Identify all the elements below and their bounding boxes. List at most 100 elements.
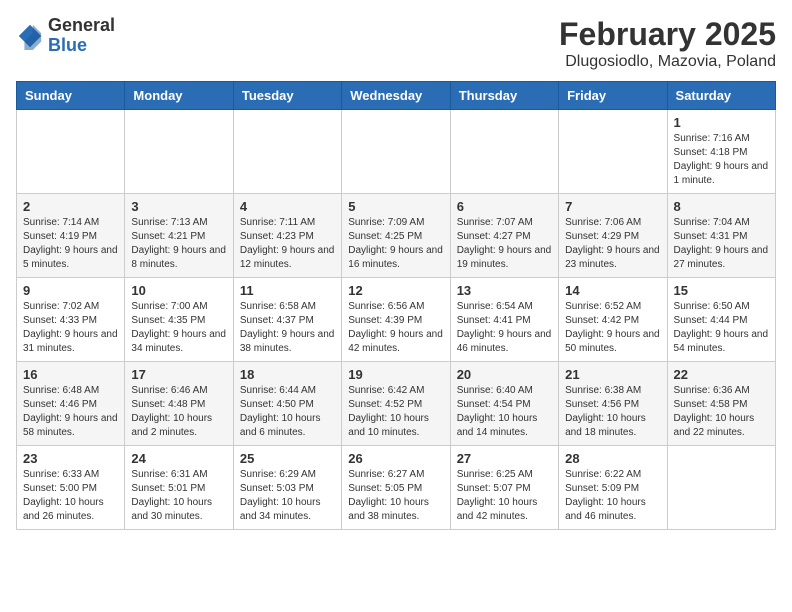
day-number: 4 [240,199,335,214]
day-number: 7 [565,199,660,214]
day-info: Sunrise: 6:27 AM Sunset: 5:05 PM Dayligh… [348,468,443,524]
day-info: Sunrise: 6:46 AM Sunset: 4:48 PM Dayligh… [131,384,226,440]
day-number: 23 [23,451,118,466]
day-number: 13 [457,283,552,298]
weekday-header: Wednesday [342,82,450,110]
day-info: Sunrise: 7:06 AM Sunset: 4:29 PM Dayligh… [565,216,660,272]
day-info: Sunrise: 6:44 AM Sunset: 4:50 PM Dayligh… [240,384,335,440]
day-number: 17 [131,367,226,382]
calendar-cell: 2 Sunrise: 7:14 AM Sunset: 4:19 PM Daylig… [17,194,125,278]
day-number: 21 [565,367,660,382]
calendar-cell: 11 Sunrise: 6:58 AM Sunset: 4:37 PM Dayli… [233,278,341,362]
title-area: February 2025 Dlugosiodlo, Mazovia, Pola… [559,16,776,71]
day-info: Sunrise: 6:31 AM Sunset: 5:01 PM Dayligh… [131,468,226,524]
calendar-cell [342,110,450,194]
day-info: Sunrise: 6:42 AM Sunset: 4:52 PM Dayligh… [348,384,443,440]
calendar-cell: 24 Sunrise: 6:31 AM Sunset: 5:01 PM Dayli… [125,446,233,530]
day-number: 9 [23,283,118,298]
day-number: 25 [240,451,335,466]
day-number: 16 [23,367,118,382]
day-number: 6 [457,199,552,214]
calendar-cell [17,110,125,194]
calendar-subtitle: Dlugosiodlo, Mazovia, Poland [559,53,776,71]
day-number: 28 [565,451,660,466]
calendar-cell: 18 Sunrise: 6:44 AM Sunset: 4:50 PM Dayli… [233,362,341,446]
day-info: Sunrise: 6:22 AM Sunset: 5:09 PM Dayligh… [565,468,660,524]
day-number: 22 [674,367,769,382]
day-info: Sunrise: 7:14 AM Sunset: 4:19 PM Dayligh… [23,216,118,272]
day-info: Sunrise: 6:56 AM Sunset: 4:39 PM Dayligh… [348,300,443,356]
logo-icon [16,22,44,50]
calendar-cell: 3 Sunrise: 7:13 AM Sunset: 4:21 PM Daylig… [125,194,233,278]
day-info: Sunrise: 7:13 AM Sunset: 4:21 PM Dayligh… [131,216,226,272]
day-info: Sunrise: 6:58 AM Sunset: 4:37 PM Dayligh… [240,300,335,356]
calendar-table: SundayMondayTuesdayWednesdayThursdayFrid… [16,81,776,530]
calendar-cell [125,110,233,194]
day-number: 8 [674,199,769,214]
day-info: Sunrise: 6:38 AM Sunset: 4:56 PM Dayligh… [565,384,660,440]
calendar-cell: 6 Sunrise: 7:07 AM Sunset: 4:27 PM Daylig… [450,194,558,278]
day-info: Sunrise: 7:09 AM Sunset: 4:25 PM Dayligh… [348,216,443,272]
day-info: Sunrise: 6:25 AM Sunset: 5:07 PM Dayligh… [457,468,552,524]
day-number: 24 [131,451,226,466]
logo: General Blue [16,16,115,56]
calendar-cell: 28 Sunrise: 6:22 AM Sunset: 5:09 PM Dayli… [559,446,667,530]
logo-general-text: General [48,15,115,35]
day-info: Sunrise: 6:36 AM Sunset: 4:58 PM Dayligh… [674,384,769,440]
calendar-cell: 17 Sunrise: 6:46 AM Sunset: 4:48 PM Dayli… [125,362,233,446]
logo-blue-text: Blue [48,35,87,55]
day-number: 18 [240,367,335,382]
weekday-header: Monday [125,82,233,110]
calendar-cell: 5Sunrise: 7:09 AM Sunset: 4:25 PM Daylig… [342,194,450,278]
day-info: Sunrise: 6:40 AM Sunset: 4:54 PM Dayligh… [457,384,552,440]
weekday-header: Friday [559,82,667,110]
calendar-cell: 10 Sunrise: 7:00 AM Sunset: 4:35 PM Dayli… [125,278,233,362]
day-number: 12 [348,283,443,298]
calendar-cell: 21 Sunrise: 6:38 AM Sunset: 4:56 PM Dayli… [559,362,667,446]
calendar-cell [450,110,558,194]
calendar-cell: 22 Sunrise: 6:36 AM Sunset: 4:58 PM Dayli… [667,362,775,446]
day-number: 10 [131,283,226,298]
day-number: 26 [348,451,443,466]
day-number: 27 [457,451,552,466]
day-info: Sunrise: 6:33 AM Sunset: 5:00 PM Dayligh… [23,468,118,524]
day-number: 1 [674,115,769,130]
day-info: Sunrise: 6:52 AM Sunset: 4:42 PM Dayligh… [565,300,660,356]
day-info: Sunrise: 6:29 AM Sunset: 5:03 PM Dayligh… [240,468,335,524]
weekday-header: Thursday [450,82,558,110]
calendar-cell [667,446,775,530]
calendar-cell: 1 Sunrise: 7:16 AM Sunset: 4:18 PM Daylig… [667,110,775,194]
calendar-cell: 12 Sunrise: 6:56 AM Sunset: 4:39 PM Dayli… [342,278,450,362]
day-number: 2 [23,199,118,214]
calendar-title: February 2025 [559,16,776,53]
day-info: Sunrise: 7:16 AM Sunset: 4:18 PM Dayligh… [674,132,769,188]
day-number: 15 [674,283,769,298]
calendar-cell: 19 Sunrise: 6:42 AM Sunset: 4:52 PM Dayli… [342,362,450,446]
calendar-cell: 7 Sunrise: 7:06 AM Sunset: 4:29 PM Daylig… [559,194,667,278]
calendar-cell: 15 Sunrise: 6:50 AM Sunset: 4:44 PM Dayli… [667,278,775,362]
day-info: Sunrise: 7:02 AM Sunset: 4:33 PM Dayligh… [23,300,118,356]
calendar-cell: 23 Sunrise: 6:33 AM Sunset: 5:00 PM Dayli… [17,446,125,530]
calendar-cell: 16Sunrise: 6:48 AM Sunset: 4:46 PM Dayli… [17,362,125,446]
day-number: 14 [565,283,660,298]
calendar-cell: 8Sunrise: 7:04 AM Sunset: 4:31 PM Daylig… [667,194,775,278]
day-info: Sunrise: 7:11 AM Sunset: 4:23 PM Dayligh… [240,216,335,272]
weekday-header: Sunday [17,82,125,110]
day-number: 11 [240,283,335,298]
day-info: Sunrise: 7:07 AM Sunset: 4:27 PM Dayligh… [457,216,552,272]
calendar-cell: 14 Sunrise: 6:52 AM Sunset: 4:42 PM Dayli… [559,278,667,362]
calendar-cell: 20 Sunrise: 6:40 AM Sunset: 4:54 PM Dayli… [450,362,558,446]
day-number: 19 [348,367,443,382]
calendar-cell: 4 Sunrise: 7:11 AM Sunset: 4:23 PM Daylig… [233,194,341,278]
day-info: Sunrise: 6:50 AM Sunset: 4:44 PM Dayligh… [674,300,769,356]
calendar-cell [233,110,341,194]
calendar-cell: 26 Sunrise: 6:27 AM Sunset: 5:05 PM Dayli… [342,446,450,530]
calendar-cell: 27 Sunrise: 6:25 AM Sunset: 5:07 PM Dayli… [450,446,558,530]
day-number: 3 [131,199,226,214]
day-number: 20 [457,367,552,382]
day-info: Sunrise: 7:00 AM Sunset: 4:35 PM Dayligh… [131,300,226,356]
calendar-cell [559,110,667,194]
weekday-header: Tuesday [233,82,341,110]
calendar-cell: 9 Sunrise: 7:02 AM Sunset: 4:33 PM Daylig… [17,278,125,362]
calendar-cell: 13Sunrise: 6:54 AM Sunset: 4:41 PM Dayli… [450,278,558,362]
